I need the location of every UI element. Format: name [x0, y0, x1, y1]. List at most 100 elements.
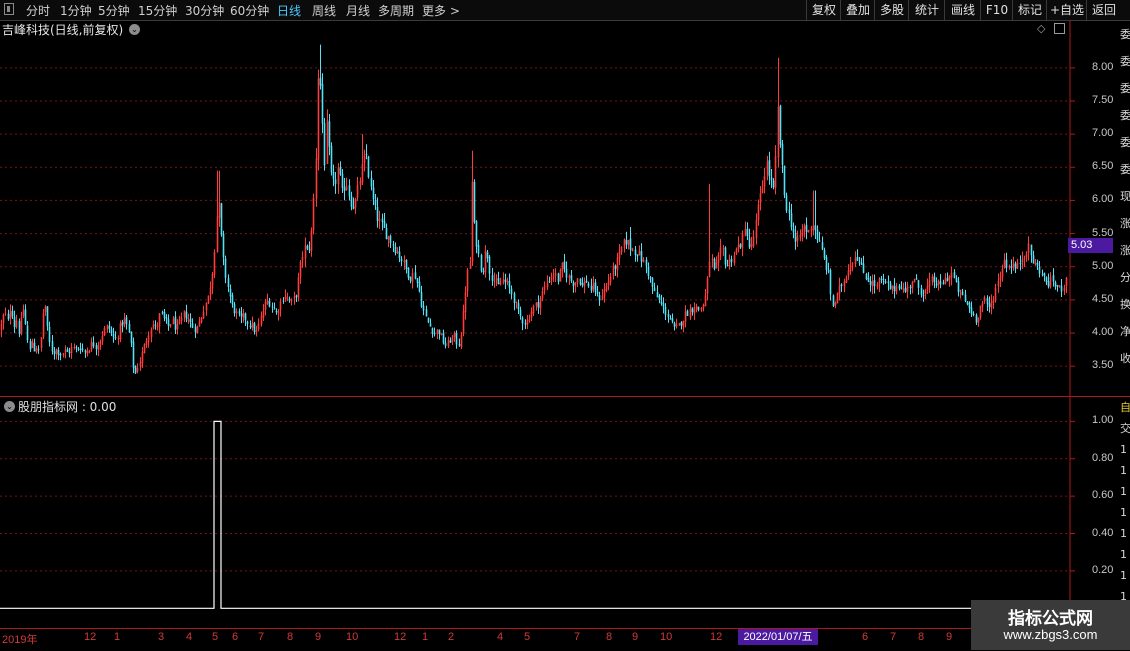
candle-body [156, 326, 159, 328]
candle-body [477, 245, 480, 254]
candle-body [997, 280, 1000, 287]
candle-body [550, 277, 553, 281]
candle-body [818, 240, 821, 242]
candle-body [955, 278, 958, 282]
candle-body [961, 291, 964, 296]
candle-body [387, 236, 390, 240]
kline-chart[interactable] [0, 0, 1130, 650]
candle-body [605, 286, 608, 291]
candle-body [702, 304, 705, 308]
candle-body [414, 272, 417, 279]
date-tick-label: 12 [394, 631, 407, 643]
candle-body [1054, 282, 1057, 287]
candle-body [708, 261, 711, 278]
candle-body [464, 292, 467, 313]
candle-body [1010, 266, 1013, 268]
candle-body [244, 313, 247, 321]
candle-body [372, 187, 375, 200]
candle-body [642, 259, 645, 263]
candle-body [682, 320, 685, 328]
candle-body [363, 155, 366, 164]
candle-body [161, 312, 164, 314]
candle-body [519, 309, 522, 317]
candle-body [772, 180, 775, 188]
candle-body [295, 295, 298, 297]
candle-body [7, 313, 10, 320]
candle-body [627, 240, 630, 245]
candle-body [937, 280, 940, 286]
candle-body [568, 275, 571, 279]
candle-body [308, 249, 311, 251]
candle-body [609, 276, 612, 283]
candle-body [275, 310, 278, 313]
candle-body [950, 272, 953, 278]
candle-body [583, 281, 586, 287]
candle-body [106, 325, 109, 330]
candle-body [735, 249, 738, 254]
candle-body [425, 309, 428, 317]
candle-body [948, 276, 951, 280]
candle-body [990, 301, 993, 308]
candle-body [719, 247, 722, 254]
candle-body [757, 204, 760, 221]
candle-body [365, 154, 368, 156]
candle-body [13, 316, 16, 328]
candle-body [180, 317, 183, 321]
candle-body [649, 277, 652, 279]
candle-body [198, 321, 201, 327]
candle-body [616, 257, 619, 271]
candle-body [205, 302, 208, 311]
candle-body [561, 262, 564, 271]
date-tick-label: 7 [258, 631, 265, 643]
indicator-title: 股朋指标网 : 0.00 [18, 400, 117, 414]
date-tick-label: 9 [632, 631, 639, 643]
candle-body [200, 317, 203, 323]
candle-body [251, 322, 254, 329]
candle-body [656, 292, 659, 298]
date-tick-label: 2 [448, 631, 455, 643]
candle-body [158, 313, 161, 327]
indicator-chevron-icon[interactable]: ⌄ [4, 401, 15, 412]
candle-body [524, 322, 527, 325]
candle-body [284, 296, 287, 300]
candle-body [103, 327, 106, 336]
candle-body [24, 309, 27, 325]
candle-body [862, 263, 865, 273]
candle-body [376, 206, 379, 221]
candle-body [603, 289, 606, 296]
candle-body [321, 83, 324, 124]
candle-body [33, 342, 36, 352]
candle-body [1038, 267, 1041, 274]
candle-body [453, 333, 456, 338]
candle-body [744, 229, 747, 236]
candle-body [279, 301, 282, 311]
candle-body [323, 122, 326, 166]
candle-body [147, 335, 150, 342]
candle-body [367, 156, 370, 178]
candle-body [418, 281, 421, 292]
candle-body [440, 333, 443, 336]
candle-body [15, 320, 18, 328]
candle-body [235, 311, 238, 314]
candle-body [290, 299, 293, 302]
candle-body [299, 261, 302, 277]
candle-body [964, 294, 967, 301]
candle-body [359, 181, 362, 186]
candle-body [777, 106, 780, 158]
candle-body [882, 279, 885, 281]
candle-body [62, 353, 65, 356]
candle-body [662, 303, 665, 307]
candle-body [926, 285, 929, 291]
date-tick-label: 7 [890, 631, 897, 643]
candle-body [253, 323, 256, 332]
candle-body [783, 165, 786, 196]
candle-body [433, 333, 436, 335]
candle-body [570, 275, 573, 282]
candle-body [42, 313, 45, 338]
price-tick-label: 6.50 [1092, 160, 1114, 173]
price-tick-label: 7.00 [1092, 127, 1114, 140]
candle-body [282, 300, 285, 302]
candle-body [900, 287, 903, 289]
candle-body [271, 306, 274, 308]
candle-body [207, 295, 210, 303]
